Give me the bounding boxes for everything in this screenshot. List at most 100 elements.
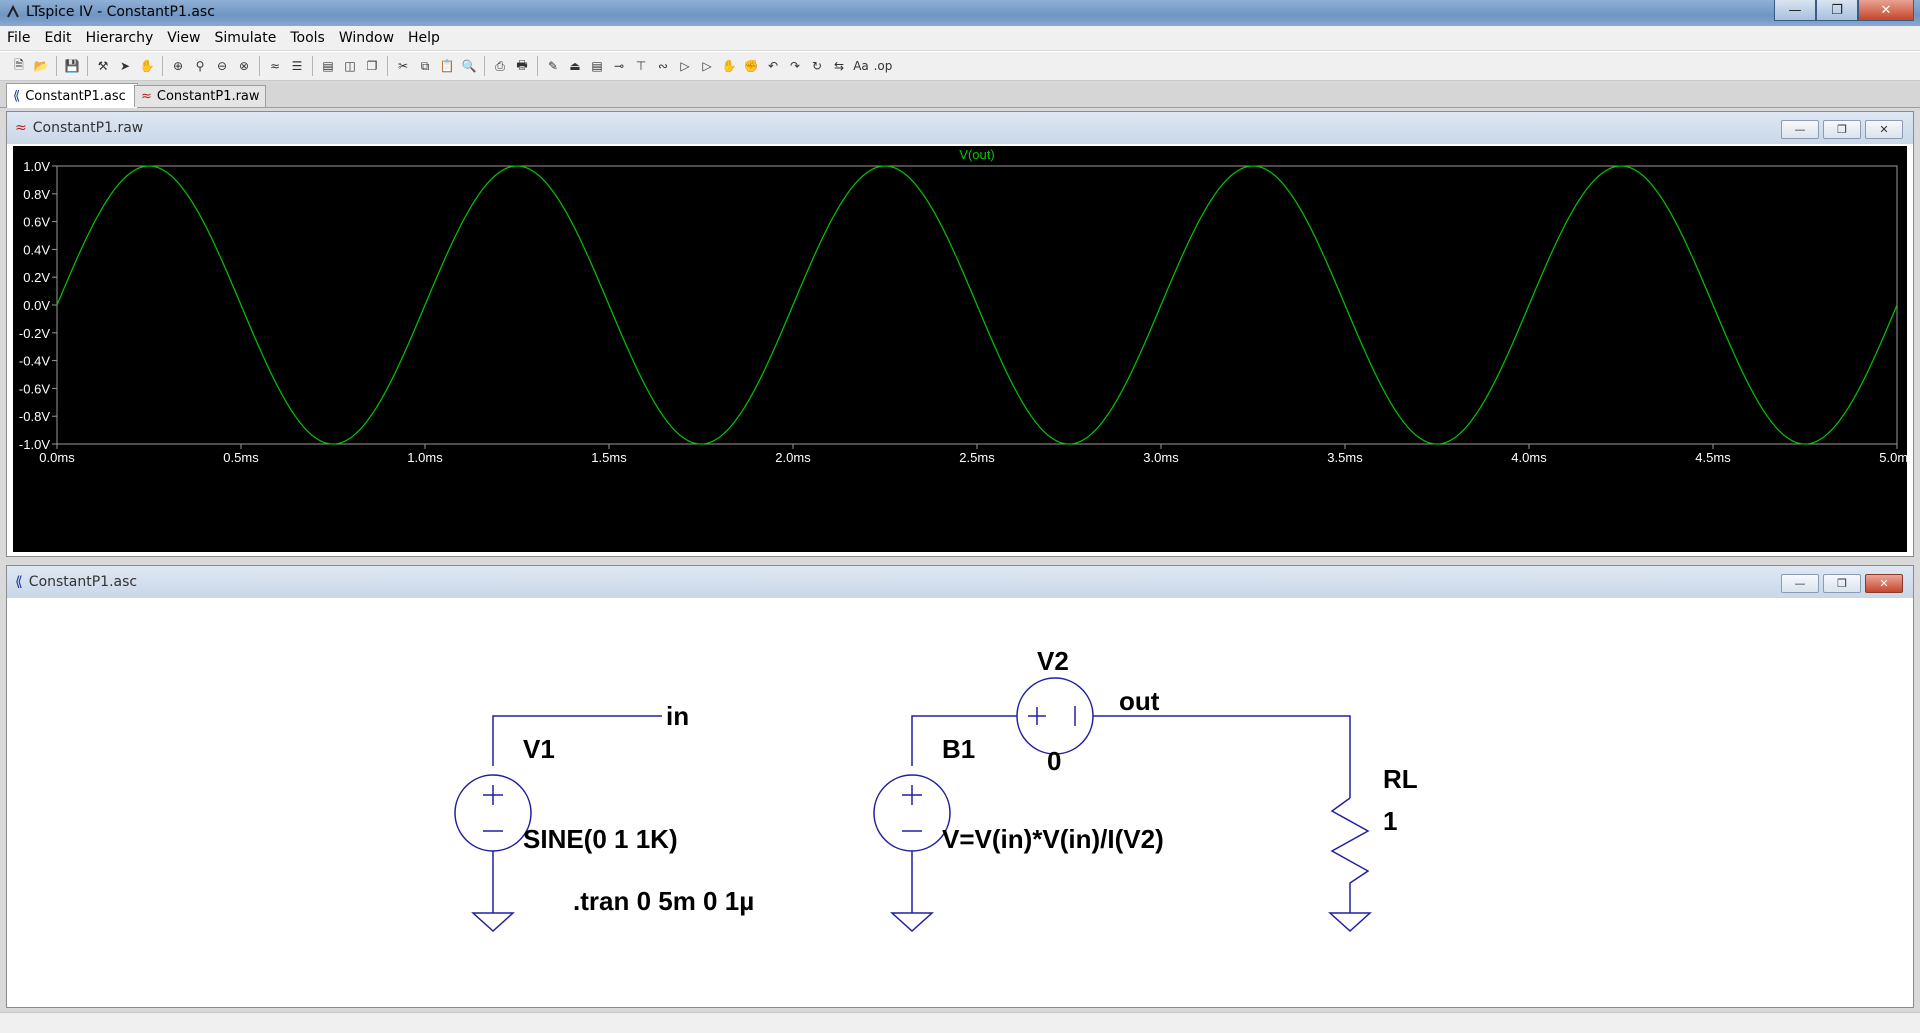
- resistor-rl: [1330, 797, 1370, 913]
- label-v2-name: V2: [1037, 646, 1069, 676]
- paste-icon[interactable]: 📋: [436, 55, 458, 77]
- copy-icon[interactable]: ⧉: [414, 55, 436, 77]
- control-panel-icon[interactable]: ⚒: [92, 55, 114, 77]
- wire-out: [1093, 715, 1351, 798]
- x-tick-label: 4.0ms: [1511, 450, 1547, 465]
- plot-background: [13, 146, 1907, 552]
- cut-icon[interactable]: ✂: [392, 55, 414, 77]
- status-bar: [0, 1012, 1920, 1033]
- menu-bar: File Edit Hierarchy View Simulate Tools …: [0, 26, 1920, 50]
- diode-icon[interactable]: ▷: [674, 55, 696, 77]
- x-tick-label: 0.0ms: [39, 450, 75, 465]
- menu-file[interactable]: File: [0, 30, 37, 46]
- tab-waveform[interactable]: ≈ ConstantP1.raw: [134, 85, 266, 107]
- autoscale-icon[interactable]: ≈: [264, 55, 286, 77]
- find-icon[interactable]: 🔍: [458, 55, 480, 77]
- menu-edit[interactable]: Edit: [37, 30, 78, 46]
- label-directive: .tran 0 5m 0 1µ: [573, 886, 754, 916]
- menu-view[interactable]: View: [160, 30, 207, 46]
- label-v2-value: 0: [1047, 746, 1061, 776]
- y-tick-label: 0.8V: [23, 187, 50, 202]
- tile-vertical-icon[interactable]: ◫: [339, 55, 361, 77]
- x-tick-label: 3.0ms: [1143, 450, 1179, 465]
- x-tick-label: 1.5ms: [591, 450, 627, 465]
- zoom-out-icon[interactable]: ⊖: [211, 55, 233, 77]
- y-tick-label: -0.2V: [19, 326, 50, 341]
- print-icon[interactable]: 🖶: [511, 55, 533, 77]
- trace-label: V(out): [959, 147, 994, 162]
- capacitor-icon[interactable]: ⊤: [630, 55, 652, 77]
- label-net-icon[interactable]: ▤: [586, 55, 608, 77]
- menu-window[interactable]: Window: [332, 30, 401, 46]
- document-tabs: ⟪ ConstantP1.asc ≈ ConstantP1.raw: [0, 82, 1920, 108]
- label-b1-value: V=V(in)*V(in)/I(V2): [942, 824, 1164, 854]
- maximize-button[interactable]: ❐: [1816, 0, 1858, 21]
- zoom-pan-icon[interactable]: ⚲: [189, 55, 211, 77]
- label-v1-value: SINE(0 1 1K): [523, 824, 678, 854]
- y-tick-label: 1.0V: [23, 159, 50, 174]
- zoom-fit-icon[interactable]: ⊗: [233, 55, 255, 77]
- schematic-icon: ⟪: [13, 88, 21, 104]
- waveform-window-title: ConstantP1.raw: [32, 120, 144, 136]
- menu-help[interactable]: Help: [401, 30, 447, 46]
- waveform-restore-button[interactable]: ❐: [1823, 120, 1861, 139]
- rotate-icon[interactable]: ↻: [806, 55, 828, 77]
- menu-hierarchy[interactable]: Hierarchy: [79, 30, 161, 46]
- x-tick-label: 3.5ms: [1327, 450, 1363, 465]
- label-rl-name: RL: [1383, 764, 1418, 794]
- y-tick-label: 0.6V: [23, 215, 50, 230]
- print-setup-icon[interactable]: ⎙: [489, 55, 511, 77]
- schematic-window-title: ConstantP1.asc: [28, 574, 138, 590]
- minimize-button[interactable]: —: [1774, 0, 1816, 21]
- y-tick-label: -0.4V: [19, 354, 50, 369]
- menu-simulate[interactable]: Simulate: [207, 30, 283, 46]
- waveform-minimize-button[interactable]: —: [1781, 120, 1819, 139]
- label-in: in: [666, 701, 689, 731]
- waveform-icon: ≈: [15, 120, 27, 136]
- ground-rl: [1328, 912, 1372, 933]
- schematic-close-button[interactable]: ✕: [1865, 574, 1903, 593]
- delete-trace-icon[interactable]: ☰: [286, 55, 308, 77]
- close-button[interactable]: ✕: [1858, 0, 1914, 21]
- ltspice-icon: [7, 5, 19, 18]
- schematic-window: ⟪ ConstantP1.asc — ❐ ✕ in V1 SINE(0 1 1K…: [6, 565, 1914, 1008]
- ground-icon[interactable]: ⏏: [564, 55, 586, 77]
- x-tick-label: 1.0ms: [407, 450, 443, 465]
- cascade-icon[interactable]: ❐: [361, 55, 383, 77]
- y-tick-label: 0.4V: [23, 242, 50, 257]
- component-icon[interactable]: ▷: [696, 55, 718, 77]
- wire-v1-in: [492, 715, 662, 766]
- halt-icon[interactable]: ✋: [136, 55, 158, 77]
- mirror-icon[interactable]: ⇆: [828, 55, 850, 77]
- label-rl-value: 1: [1383, 806, 1397, 836]
- run-icon[interactable]: ➤: [114, 55, 136, 77]
- new-schematic-icon[interactable]: 🗎: [8, 55, 30, 77]
- label-v1-name: V1: [523, 734, 555, 764]
- save-icon[interactable]: 💾: [61, 55, 83, 77]
- move-icon[interactable]: ✋: [718, 55, 740, 77]
- drag-icon[interactable]: ✊: [740, 55, 762, 77]
- open-icon[interactable]: 📂: [30, 55, 52, 77]
- waveform-close-button[interactable]: ✕: [1865, 120, 1903, 139]
- undo-icon[interactable]: ↶: [762, 55, 784, 77]
- x-tick-label: 5.0ms: [1879, 450, 1907, 465]
- schematic-minimize-button[interactable]: —: [1781, 574, 1819, 593]
- inductor-icon[interactable]: ∾: [652, 55, 674, 77]
- waveform-plot[interactable]: V(out) 1.0V 0.8V 0.6V 0.4V 0.2V 0.0V -0.2V -0.4V…: [13, 146, 1907, 552]
- waveform-icon: ≈: [141, 89, 152, 104]
- x-tick-label: 0.5ms: [223, 450, 259, 465]
- toolbar: 🗎 📂 💾 ⚒ ➤ ✋ ⊕ ⚲ ⊖ ⊗ ≈ ☰ ▤ ◫ ❐ ✂ ⧉ 📋 🔍 ⎙ …: [0, 51, 1920, 81]
- tab-schematic[interactable]: ⟪ ConstantP1.asc: [6, 83, 138, 108]
- text-icon[interactable]: Aa: [850, 55, 872, 77]
- schematic-canvas[interactable]: in V1 SINE(0 1 1K) V2 0 out B1 V=V(in)*V…: [7, 598, 1913, 1007]
- resistor-icon[interactable]: ⊸: [608, 55, 630, 77]
- draw-wire-icon[interactable]: ✎: [542, 55, 564, 77]
- menu-tools[interactable]: Tools: [283, 30, 332, 46]
- y-tick-label: 0.0V: [23, 298, 50, 313]
- tile-horizontal-icon[interactable]: ▤: [317, 55, 339, 77]
- redo-icon[interactable]: ↷: [784, 55, 806, 77]
- schematic-restore-button[interactable]: ❐: [1823, 574, 1861, 593]
- zoom-in-icon[interactable]: ⊕: [167, 55, 189, 77]
- label-b1-name: B1: [942, 734, 975, 764]
- spice-directive-icon[interactable]: .op: [872, 55, 894, 77]
